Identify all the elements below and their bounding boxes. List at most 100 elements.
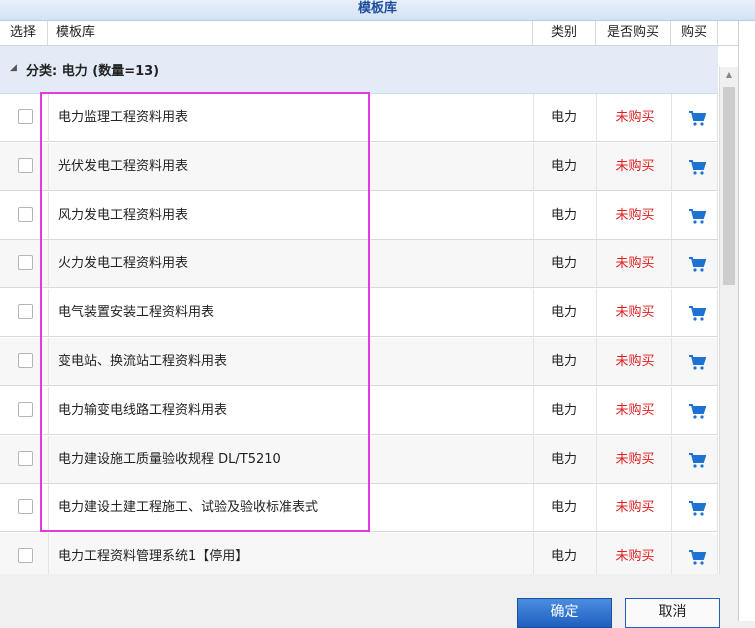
column-divider (717, 484, 718, 532)
column-divider (717, 142, 718, 190)
row-checkbox[interactable] (18, 353, 33, 368)
column-divider (533, 191, 534, 239)
column-divider (533, 94, 534, 141)
col-header-buy[interactable]: 购买 (671, 21, 718, 45)
purchase-status: 未购买 (615, 207, 655, 223)
column-divider (671, 191, 672, 239)
column-divider (671, 94, 672, 141)
column-divider (48, 484, 49, 532)
table-row[interactable]: 风力发电工程资料用表 电力 未购买 (0, 191, 718, 240)
dialog-right-edge (738, 21, 755, 621)
column-divider (596, 289, 597, 337)
category-cell: 电力 (550, 207, 577, 223)
column-divider (533, 289, 534, 337)
row-checkbox[interactable] (18, 548, 33, 564)
category-cell: 电力 (550, 305, 577, 321)
row-checkbox[interactable] (18, 450, 33, 466)
row-checkbox[interactable] (18, 157, 33, 173)
column-divider (596, 435, 597, 483)
grid-header: 选择 模板库 类别 是否购买 购买 (0, 21, 738, 46)
table-row[interactable]: 电力工程资料管理系统1【停用】 电力 未购买 (0, 533, 718, 574)
confirm-button[interactable]: 确定 (517, 598, 612, 628)
row-checkbox[interactable] (18, 304, 33, 320)
table-row[interactable]: 电力建设土建工程施工、试验及验收标准表式 电力 未购买 (0, 484, 718, 533)
table-row[interactable]: 电力建设施工质量验收规程 DL/T5210 电力 未购买 (0, 435, 718, 484)
scroll-up-arrow-icon[interactable]: ▲ (720, 67, 738, 83)
column-divider (671, 142, 672, 190)
row-checkbox[interactable] (18, 109, 33, 124)
table-row[interactable]: 电力监理工程资料用表 电力 未购买 (0, 94, 718, 142)
shopping-cart-icon[interactable] (688, 304, 706, 322)
category-cell: 电力 (550, 451, 577, 467)
template-name: 火力发电工程资料用表 (58, 256, 189, 272)
template-name: 电力输变电线路工程资料用表 (58, 402, 228, 418)
column-divider (533, 338, 534, 385)
column-divider (596, 191, 597, 239)
template-name: 风力发电工程资料用表 (58, 207, 189, 223)
shopping-cart-icon[interactable] (688, 451, 706, 469)
col-header-library[interactable]: 模板库 (48, 21, 533, 45)
column-divider (671, 484, 672, 532)
category-cell: 电力 (550, 402, 577, 418)
shopping-cart-icon[interactable] (688, 353, 706, 371)
column-divider (671, 533, 672, 574)
row-checkbox[interactable] (18, 499, 33, 515)
table-row[interactable]: 电力输变电线路工程资料用表 电力 未购买 (0, 386, 718, 435)
column-divider (533, 484, 534, 532)
col-header-category[interactable]: 类别 (533, 21, 596, 45)
collapse-triangle-icon[interactable]: ◢ (10, 63, 17, 73)
column-divider (596, 338, 597, 385)
column-divider (717, 386, 718, 434)
shopping-cart-icon[interactable] (688, 548, 706, 566)
column-divider (717, 191, 718, 239)
column-divider (717, 533, 718, 574)
category-cell: 电力 (550, 549, 577, 565)
column-divider (671, 435, 672, 483)
column-divider (533, 142, 534, 190)
col-header-purchased[interactable]: 是否购买 (596, 21, 671, 45)
group-label: 分类: 电力 (数量=13) (26, 64, 160, 79)
column-divider (717, 435, 718, 483)
column-divider (48, 533, 49, 574)
shopping-cart-icon[interactable] (688, 158, 706, 176)
template-name: 电力工程资料管理系统1【停用】 (58, 549, 249, 565)
shopping-cart-icon[interactable] (688, 255, 706, 273)
category-cell: 电力 (550, 110, 577, 125)
cancel-button[interactable]: 取消 (625, 598, 720, 628)
row-checkbox[interactable] (18, 206, 33, 222)
purchase-status: 未购买 (615, 110, 655, 125)
shopping-cart-icon[interactable] (688, 207, 706, 225)
table-row[interactable]: 变电站、换流站工程资料用表 电力 未购买 (0, 338, 718, 386)
column-divider (596, 94, 597, 141)
column-divider (717, 338, 718, 385)
table-row[interactable]: 电气装置安装工程资料用表 电力 未购买 (0, 289, 718, 338)
table-row[interactable]: 光伏发电工程资料用表 电力 未购买 (0, 142, 718, 191)
row-checkbox[interactable] (18, 255, 33, 271)
scrollbar-thumb[interactable] (723, 87, 735, 285)
col-header-select[interactable]: 选择 (0, 21, 48, 45)
column-divider (671, 289, 672, 337)
table-row[interactable]: 火力发电工程资料用表 电力 未购买 (0, 240, 718, 289)
column-divider (48, 94, 49, 141)
vertical-scrollbar[interactable]: ▲ ▼ (719, 67, 738, 574)
purchase-status: 未购买 (615, 549, 655, 565)
template-grid: 选择 模板库 类别 是否购买 购买 ◢ 分类: 电力 (数量=13) 电力监理工… (0, 21, 738, 574)
column-divider (48, 338, 49, 385)
shopping-cart-icon[interactable] (688, 499, 706, 517)
column-divider (717, 289, 718, 337)
category-cell: 电力 (550, 354, 577, 369)
column-divider (48, 435, 49, 483)
column-divider (533, 386, 534, 434)
template-name: 电力建设土建工程施工、试验及验收标准表式 (58, 500, 319, 516)
column-divider (717, 94, 718, 141)
category-cell: 电力 (550, 256, 577, 272)
row-checkbox[interactable] (18, 401, 33, 417)
group-row[interactable]: ◢ 分类: 电力 (数量=13) (0, 46, 718, 94)
template-name: 变电站、换流站工程资料用表 (58, 354, 228, 369)
template-name: 光伏发电工程资料用表 (58, 158, 189, 174)
shopping-cart-icon[interactable] (688, 402, 706, 420)
shopping-cart-icon[interactable] (688, 109, 706, 127)
dialog-title: 模板库 (0, 0, 755, 21)
column-divider (533, 240, 534, 288)
column-divider (48, 289, 49, 337)
